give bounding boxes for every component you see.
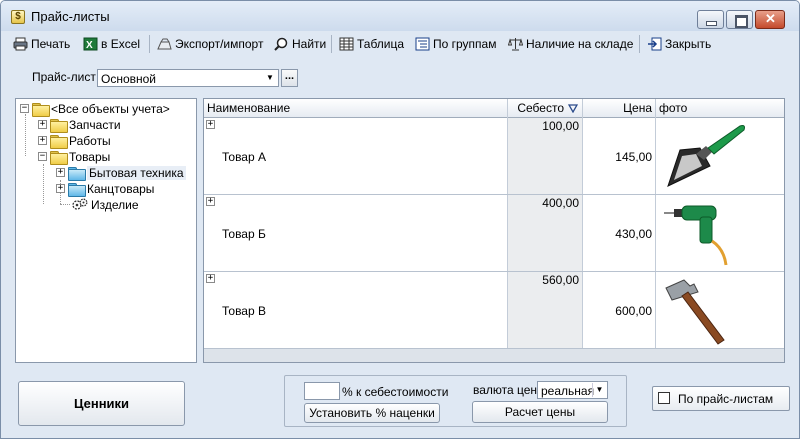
expand-icon[interactable]: + bbox=[38, 136, 47, 145]
tree-node-appliances[interactable]: + Бытовая техника bbox=[56, 165, 186, 181]
table-button[interactable]: Таблица bbox=[339, 35, 404, 53]
cell-photo bbox=[656, 195, 784, 271]
trowel-photo bbox=[667, 125, 745, 187]
cell-price: 430,00 bbox=[583, 195, 656, 271]
cell-cost: 400,00 bbox=[508, 195, 583, 271]
export-excel-button[interactable]: X в Excel bbox=[83, 35, 140, 53]
expand-icon[interactable]: + bbox=[56, 168, 65, 177]
folder-open-icon bbox=[32, 102, 50, 117]
expand-row-icon[interactable]: + bbox=[206, 274, 215, 283]
by-groups-button[interactable]: По группам bbox=[415, 35, 496, 53]
cell-price: 600,00 bbox=[583, 272, 656, 348]
close-window-button[interactable] bbox=[755, 10, 785, 29]
table-icon bbox=[339, 37, 354, 51]
app-icon: $ bbox=[11, 10, 25, 24]
tree-line bbox=[25, 114, 26, 156]
table-row[interactable]: + Товар Б 400,00 430,00 bbox=[204, 195, 784, 272]
tree-line bbox=[60, 204, 70, 205]
folder-icon bbox=[50, 134, 68, 149]
toolbar-separator bbox=[331, 35, 332, 53]
currency-value: реальная bbox=[541, 384, 595, 398]
currency-label: валюта цен bbox=[473, 383, 538, 397]
cell-name: + Товар Б bbox=[204, 195, 508, 271]
window-title: Прайс-листы bbox=[31, 9, 110, 24]
cell-cost: 560,00 bbox=[508, 272, 583, 348]
column-header-price[interactable]: Цена bbox=[583, 99, 656, 118]
column-header-cost[interactable]: Себесто bbox=[508, 99, 583, 118]
maximize-button[interactable] bbox=[726, 10, 753, 29]
hammer-photo bbox=[665, 279, 725, 345]
price-lists-window: $ Прайс-листы Печать X в Excel bbox=[0, 0, 800, 439]
by-price-lists-label: По прайс-листам bbox=[678, 392, 774, 406]
cell-price: 145,00 bbox=[583, 118, 656, 194]
price-list-browse-button[interactable]: ... bbox=[281, 69, 298, 87]
cell-cost: 100,00 bbox=[508, 118, 583, 194]
price-grid[interactable]: Наименование Себесто Цена фото + Товар А… bbox=[203, 98, 785, 363]
expand-icon[interactable]: + bbox=[38, 120, 47, 129]
find-button[interactable]: Найти bbox=[274, 35, 326, 53]
folder-blue-icon bbox=[68, 182, 86, 197]
toolbar: Печать X в Excel Экспорт/импорт Найти Та… bbox=[1, 32, 799, 56]
price-tags-button[interactable]: Ценники bbox=[18, 381, 185, 426]
table-row[interactable]: + Товар А 100,00 145,00 bbox=[204, 118, 784, 195]
cell-photo bbox=[656, 118, 784, 194]
excel-icon: X bbox=[83, 37, 98, 51]
svg-text:X: X bbox=[86, 40, 93, 51]
folder-open-icon bbox=[50, 150, 68, 165]
magnifier-icon bbox=[274, 37, 288, 51]
printer-icon bbox=[13, 37, 28, 51]
tree-line bbox=[43, 164, 44, 204]
minimize-button[interactable] bbox=[697, 10, 724, 29]
gears-icon bbox=[72, 198, 88, 210]
tree-node-goods[interactable]: − Товары bbox=[38, 149, 110, 165]
by-price-lists-checkbox[interactable] bbox=[658, 392, 670, 404]
column-header-name[interactable]: Наименование bbox=[204, 99, 508, 118]
expand-row-icon[interactable]: + bbox=[206, 197, 215, 206]
price-list-label: Прайс-лист bbox=[32, 70, 96, 84]
export-import-button[interactable]: Экспорт/импорт bbox=[157, 35, 263, 53]
toolbar-separator bbox=[149, 35, 150, 53]
in-stock-button[interactable]: Наличие на складе bbox=[508, 35, 633, 53]
markup-percent-input[interactable] bbox=[304, 382, 340, 400]
folder-icon bbox=[50, 118, 68, 133]
chevron-down-icon[interactable]: ▼ bbox=[592, 383, 606, 397]
close-button[interactable]: Закрыть bbox=[647, 35, 711, 53]
markup-percent-label: % к себестоимости bbox=[342, 385, 449, 399]
drill-photo bbox=[664, 205, 728, 266]
cell-name: + Товар В bbox=[204, 272, 508, 348]
tree-node-stationery[interactable]: + Канцтовары bbox=[56, 181, 154, 197]
chevron-down-icon[interactable]: ▼ bbox=[263, 71, 277, 85]
scales-icon bbox=[508, 38, 523, 51]
price-list-select[interactable]: Основной ▼ bbox=[97, 69, 279, 87]
exit-door-icon bbox=[648, 37, 662, 51]
collapse-icon[interactable]: − bbox=[20, 104, 29, 113]
toolbar-separator bbox=[639, 35, 640, 53]
category-tree[interactable]: − <Все объекты учета> + Запчасти + Работ… bbox=[15, 98, 197, 363]
tree-node-works[interactable]: + Работы bbox=[38, 133, 111, 149]
expand-icon[interactable]: + bbox=[56, 184, 65, 193]
currency-select[interactable]: реальная ▼ bbox=[537, 381, 608, 399]
export-import-icon bbox=[157, 38, 172, 50]
tree-node-root[interactable]: − <Все объекты учета> bbox=[20, 101, 170, 117]
calculate-price-button[interactable]: Расчет цены bbox=[472, 401, 608, 423]
groups-icon bbox=[415, 37, 430, 51]
title-bar: $ Прайс-листы bbox=[1, 1, 799, 31]
sort-desc-icon bbox=[568, 104, 578, 113]
grid-header: Наименование Себесто Цена фото bbox=[204, 99, 784, 118]
set-markup-button[interactable]: Установить % наценки bbox=[304, 403, 440, 423]
folder-blue-icon bbox=[68, 166, 86, 181]
table-row[interactable]: + Товар В 560,00 600,00 bbox=[204, 272, 784, 349]
tree-node-parts[interactable]: + Запчасти bbox=[38, 117, 121, 133]
cell-name: + Товар А bbox=[204, 118, 508, 194]
collapse-icon[interactable]: − bbox=[38, 152, 47, 161]
print-button[interactable]: Печать bbox=[13, 35, 70, 53]
expand-row-icon[interactable]: + bbox=[206, 120, 215, 129]
tree-node-product[interactable]: Изделие bbox=[72, 197, 139, 212]
column-header-photo[interactable]: фото bbox=[656, 99, 784, 118]
price-list-value: Основной bbox=[101, 72, 157, 86]
cell-photo bbox=[656, 272, 784, 348]
